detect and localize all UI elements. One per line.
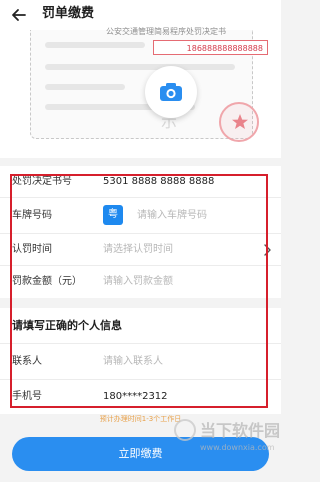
site-watermark: 当下软件园 www.downxia.com xyxy=(174,416,281,464)
phone-label: 手机号 xyxy=(12,391,42,402)
penalty-form: 处罚决定书号 5301 8888 8888 8888 车牌号码 粤 请输入车牌号… xyxy=(0,166,281,414)
site-logo-icon xyxy=(174,419,196,441)
sample-line xyxy=(45,42,145,48)
plate-number-input[interactable]: 请输入车牌号码 xyxy=(137,198,207,233)
sample-line xyxy=(45,84,125,90)
phone-input[interactable]: 180****2312 xyxy=(103,380,168,414)
phone-row[interactable]: 手机号 180****2312 xyxy=(0,380,281,414)
decision-number-value[interactable]: 5301 8888 8888 8888 xyxy=(103,166,214,197)
penalty-time-label: 认罚时间 xyxy=(12,244,52,255)
contact-row[interactable]: 联系人 请输入联系人 xyxy=(0,344,281,380)
penalty-time-input[interactable]: 请选择认罚时间 xyxy=(103,234,173,265)
decision-number-label: 处罚决定书号 xyxy=(12,176,72,187)
sample-document-card: 公安交通管理简易程序处罚决定书 186888888888888 示 xyxy=(30,27,268,142)
page-title: 罚单缴费 xyxy=(42,6,95,21)
plate-number-row: 车牌号码 粤 请输入车牌号码 xyxy=(0,198,281,234)
sample-penalty-number: 186888888888888 xyxy=(153,40,268,55)
site-watermark-url: www.downxia.com xyxy=(200,443,275,452)
contact-input[interactable]: 请输入联系人 xyxy=(103,344,163,379)
contact-label: 联系人 xyxy=(12,356,42,367)
back-arrow-icon[interactable] xyxy=(10,6,28,24)
section-gap xyxy=(0,298,281,308)
plate-number-label: 车牌号码 xyxy=(12,210,52,221)
chevron-right-icon xyxy=(264,244,271,256)
decision-number-row[interactable]: 处罚决定书号 5301 8888 8888 8888 xyxy=(0,166,281,198)
province-selector[interactable]: 粤 xyxy=(103,205,123,225)
camera-icon xyxy=(160,83,182,101)
fine-amount-input[interactable]: 请输入罚款金额 xyxy=(103,266,173,297)
personal-info-title: 请填写正确的个人信息 xyxy=(0,308,281,344)
fine-amount-label: 罚款金额（元） xyxy=(12,276,82,287)
app-screen: 罚单缴费 公安交通管理简易程序处罚决定书 186888888888888 示 处… xyxy=(0,0,281,482)
site-watermark-name: 当下软件园 xyxy=(200,421,281,440)
official-stamp xyxy=(219,102,259,142)
sample-document-header: 公安交通管理简易程序处罚决定书 xyxy=(106,27,226,36)
star-stamp-icon xyxy=(232,114,248,129)
fine-amount-row[interactable]: 罚款金额（元） 请输入罚款金额 xyxy=(0,266,281,298)
sample-line xyxy=(45,64,235,70)
sample-document-area: 公安交通管理简易程序处罚决定书 186888888888888 示 xyxy=(0,27,281,158)
camera-scan-button[interactable] xyxy=(145,66,197,118)
penalty-time-row[interactable]: 认罚时间 请选择认罚时间 xyxy=(0,234,281,266)
